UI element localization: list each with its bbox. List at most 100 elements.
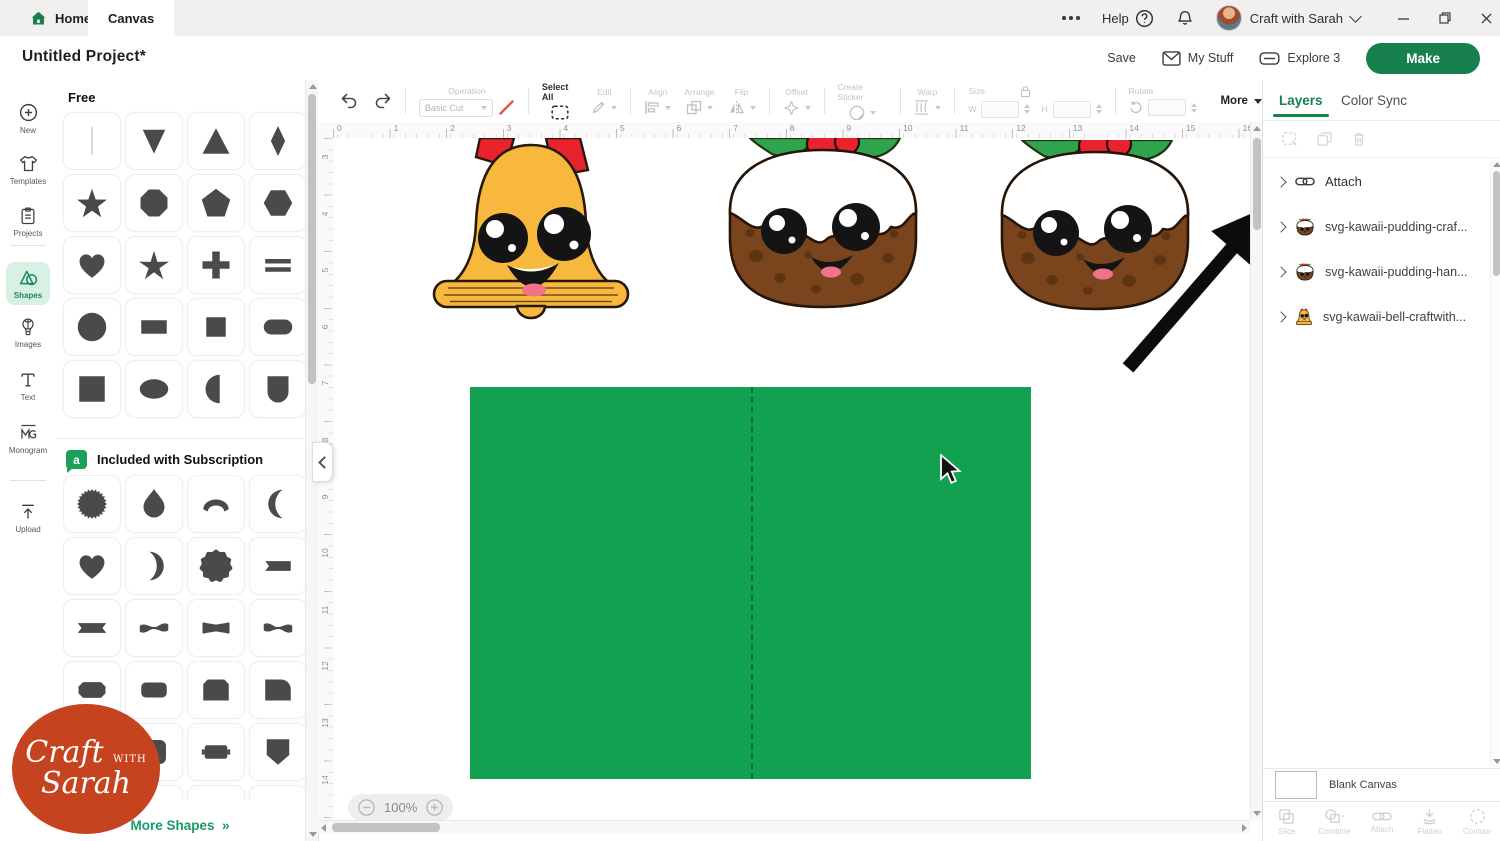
chevron-right-icon[interactable] [1275,266,1286,277]
height-input[interactable] [1053,101,1091,118]
shape-tile-hexagon[interactable] [249,174,307,232]
canvas-horizontal-scrollbar[interactable] [318,820,1250,834]
width-stepper[interactable] [1024,104,1030,114]
sub-shape-tile-banner-swallowtail[interactable] [63,599,121,657]
sub-shape-tile-tag[interactable] [187,661,245,719]
duplicate-icon[interactable] [1316,131,1333,147]
sidebar-item-shapes[interactable]: Shapes [6,262,50,305]
sub-shape-tile-flag[interactable] [249,537,307,595]
sidebar-item-templates[interactable]: Templates [0,153,56,186]
shape-tile-star-slim[interactable] [125,236,183,294]
panel-collapse-handle[interactable] [312,442,333,482]
design-canvas[interactable]: 100% [333,138,1250,820]
sub-shape-tile-crescent-large[interactable] [125,537,183,595]
tab-canvas[interactable]: Canvas [88,0,174,36]
sidebar-item-upload[interactable]: Upload [0,502,56,534]
shape-tile-square-large[interactable] [63,360,121,418]
sub-shape-tile-burst[interactable] [63,475,121,533]
help-button[interactable]: Help [1102,9,1154,28]
lock-icon[interactable] [1019,85,1032,98]
chevron-right-icon[interactable] [1275,311,1286,322]
pen-color-swatch[interactable] [498,100,515,116]
flatten-action-button[interactable]: Flatten [1406,802,1454,841]
warp-button[interactable]: Warp [913,87,941,115]
rotate-input[interactable] [1148,99,1186,116]
zoom-out-icon[interactable] [358,799,375,816]
shape-tile-octagon[interactable] [125,174,183,232]
contour-action-button[interactable]: Contour [1453,802,1500,841]
sub-shape-tile-banner-notch[interactable] [187,599,245,657]
shape-tile-rectangle[interactable] [125,298,183,356]
operation-dropdown[interactable]: Basic Cut [419,99,493,117]
sub-shape-tile-pennant[interactable] [249,723,307,781]
layers-scrollbar[interactable] [1490,159,1500,767]
tab-layers[interactable]: Layers [1279,93,1323,108]
make-button[interactable]: Make [1366,43,1480,74]
group-select-icon[interactable] [1281,131,1298,147]
attach-action-button[interactable]: Attach [1358,802,1406,841]
card-base-rectangle[interactable] [470,387,1031,779]
redo-icon[interactable] [374,93,392,109]
shape-tile-arch[interactable] [249,360,307,418]
align-button[interactable]: Align [644,87,671,115]
my-stuff-button[interactable]: My Stuff [1162,51,1234,66]
shape-tile-triangle-down[interactable] [125,112,183,170]
width-input[interactable] [981,101,1019,118]
sidebar-item-monogram[interactable]: Monogram [0,422,56,455]
shape-tile-star[interactable] [63,174,121,232]
pudding-artwork-1[interactable] [716,138,930,310]
shape-tile-heart[interactable] [63,236,121,294]
sub-shape-tile-banner-wave[interactable] [125,599,183,657]
slice-action-button[interactable]: Slice [1263,802,1311,841]
layer-row-attach-group[interactable]: Attach [1263,159,1489,204]
restore-button[interactable] [1439,12,1451,24]
sub-shape-tile-banner-wave2[interactable] [249,599,307,657]
bell-artwork[interactable] [420,138,642,320]
shape-tile-line-vertical[interactable] [63,112,121,170]
sub-shape-tile-blank[interactable] [187,785,245,800]
shape-tile-ellipse[interactable] [125,360,183,418]
offset-button[interactable]: Offset [783,87,811,116]
arrange-button[interactable]: Arrange [684,87,714,115]
layer-row-bell-3[interactable]: svg-kawaii-bell-craftwith... [1263,294,1489,339]
sub-shape-tile-teardrop[interactable] [125,475,183,533]
combine-action-button[interactable]: Combine [1311,802,1359,841]
explore-button[interactable]: Explore 3 [1259,51,1340,65]
shape-tile-equals[interactable] [249,236,307,294]
delete-icon[interactable] [1351,131,1367,147]
sidebar-item-new[interactable]: New [0,102,56,135]
flip-button[interactable]: Flip [728,87,756,115]
chevron-right-icon[interactable] [1275,221,1286,232]
close-button[interactable] [1481,13,1492,24]
height-stepper[interactable] [1096,104,1102,114]
chevron-right-icon[interactable] [1275,176,1286,187]
sidebar-item-images[interactable]: Images [0,317,56,349]
sub-shape-tile-blank[interactable] [249,785,307,800]
canvas-color-swatch[interactable] [1275,771,1317,799]
sub-shape-tile-bracket-label[interactable] [187,723,245,781]
sub-shape-tile-tab-rounded[interactable] [249,661,307,719]
overflow-menu-icon[interactable] [1062,16,1080,20]
tab-color-sync[interactable]: Color Sync [1341,93,1407,108]
sub-shape-tile-crescent[interactable] [249,475,307,533]
shape-tile-stadium[interactable] [249,298,307,356]
more-button[interactable]: More [1220,95,1261,107]
sidebar-item-projects[interactable]: Projects [0,206,56,238]
shape-tile-pentagon[interactable] [187,174,245,232]
shape-tile-diamond[interactable] [249,112,307,170]
undo-icon[interactable] [340,93,358,109]
account-menu[interactable]: Craft with Sarah [1216,5,1360,31]
minimize-button[interactable] [1398,13,1409,24]
shape-tile-square[interactable] [187,298,245,356]
shape-tile-triangle-up[interactable] [187,112,245,170]
rotate-stepper[interactable] [1191,103,1197,113]
sub-shape-tile-label-rounded[interactable] [125,661,183,719]
layer-row-pudding-1[interactable]: svg-kawaii-pudding-craf... [1263,204,1489,249]
sub-shape-tile-arc[interactable] [187,475,245,533]
sub-shape-tile-heart[interactable] [63,537,121,595]
sub-shape-tile-scallop[interactable] [187,537,245,595]
create-sticker-button[interactable]: Create Sticker [837,82,886,121]
notifications-bell-icon[interactable] [1176,9,1194,27]
select-all-button[interactable]: Select All [542,82,579,120]
sidebar-item-text[interactable]: Text [0,370,56,402]
